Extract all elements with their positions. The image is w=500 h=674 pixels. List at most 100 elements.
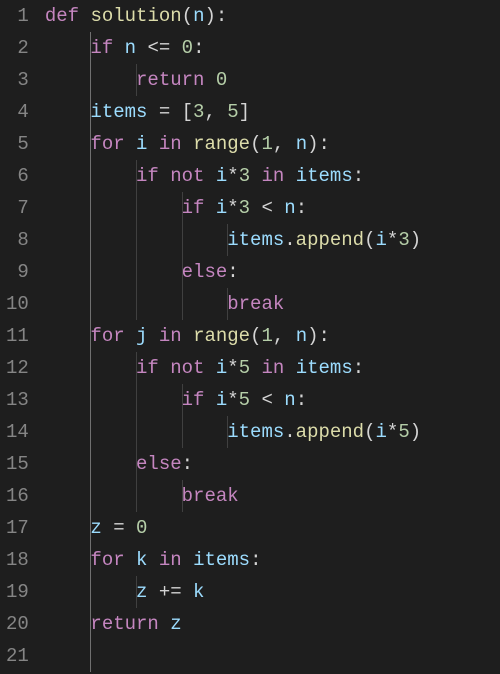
token-param: i — [216, 197, 227, 219]
token-op: : — [319, 133, 330, 155]
token-kw: return — [136, 69, 204, 91]
token-num: 3 — [398, 229, 409, 251]
indent-guide — [90, 576, 91, 608]
token-paren: ( — [364, 421, 375, 443]
token-op: . — [284, 229, 295, 251]
token-num: 0 — [182, 37, 193, 59]
token-op: <= — [136, 37, 182, 59]
indent-guide — [90, 160, 91, 192]
code-line[interactable]: z = 0 — [45, 512, 500, 544]
token-op — [113, 37, 124, 59]
code-line[interactable]: for j in range(1, n): — [45, 320, 500, 352]
code-text: for j in range(1, n): — [45, 325, 330, 347]
token-kw: break — [227, 293, 284, 315]
token-num: 1 — [262, 133, 273, 155]
line-number: 14 — [6, 416, 29, 448]
token-kw: if — [182, 389, 205, 411]
line-number: 17 — [6, 512, 29, 544]
token-kw: for — [90, 325, 124, 347]
code-line[interactable]: for k in items: — [45, 544, 500, 576]
code-line[interactable]: return z — [45, 608, 500, 640]
indent-guide — [90, 544, 91, 576]
indent-guide — [90, 480, 91, 512]
code-editor[interactable]: 123456789101112131415161718192021 def so… — [0, 0, 500, 674]
token-num: 5 — [227, 101, 238, 123]
token-op — [125, 325, 136, 347]
token-kw: break — [182, 485, 239, 507]
token-num: 5 — [239, 389, 250, 411]
code-area[interactable]: def solution(n): if n <= 0: return 0 ite… — [43, 0, 500, 674]
token-op: = — [102, 517, 136, 539]
token-kw: in — [159, 325, 182, 347]
token-kw: in — [262, 357, 285, 379]
code-line[interactable]: items.append(i*3) — [45, 224, 500, 256]
token-op: * — [227, 389, 238, 411]
token-op — [182, 133, 193, 155]
token-op — [159, 613, 170, 635]
line-number: 12 — [6, 352, 29, 384]
indent-guide — [182, 288, 183, 320]
token-op — [125, 549, 136, 571]
code-line[interactable]: break — [45, 480, 500, 512]
code-line[interactable]: if i*5 < n: — [45, 384, 500, 416]
token-op — [250, 165, 261, 187]
code-line[interactable]: if i*3 < n: — [45, 192, 500, 224]
line-number: 11 — [6, 320, 29, 352]
line-number: 8 — [6, 224, 29, 256]
code-text: if n <= 0: — [45, 37, 205, 59]
token-op: += — [147, 581, 193, 603]
token-kw: else — [136, 453, 182, 475]
token-op: * — [227, 197, 238, 219]
code-line[interactable]: else: — [45, 448, 500, 480]
indent-guide — [136, 160, 137, 192]
indent-guide — [136, 416, 137, 448]
code-text: for k in items: — [45, 549, 262, 571]
code-line[interactable]: if n <= 0: — [45, 32, 500, 64]
token-op: * — [227, 357, 238, 379]
code-line[interactable]: else: — [45, 256, 500, 288]
line-number: 2 — [6, 32, 29, 64]
token-param: z — [90, 517, 101, 539]
code-line[interactable]: for i in range(1, n): — [45, 128, 500, 160]
indent-guide — [90, 192, 91, 224]
code-line[interactable]: def solution(n): — [45, 0, 500, 32]
indent-guide — [90, 288, 91, 320]
indent-guide — [136, 288, 137, 320]
code-line[interactable]: z += k — [45, 576, 500, 608]
token-param: n — [284, 197, 295, 219]
code-line[interactable]: if not i*5 in items: — [45, 352, 500, 384]
code-line[interactable] — [45, 640, 500, 672]
token-op — [147, 133, 158, 155]
token-op — [204, 69, 215, 91]
code-text: else: — [45, 453, 193, 475]
token-kw: in — [159, 549, 182, 571]
code-line[interactable]: items = [3, 5] — [45, 96, 500, 128]
token-op: : — [250, 549, 261, 571]
line-number: 18 — [6, 544, 29, 576]
token-op — [204, 357, 215, 379]
token-paren: ( — [250, 325, 261, 347]
token-param: n — [296, 325, 307, 347]
token-param: items — [227, 421, 284, 443]
code-line[interactable]: if not i*3 in items: — [45, 160, 500, 192]
token-param: items — [193, 549, 250, 571]
token-paren: ) — [307, 133, 318, 155]
token-op: : — [216, 5, 227, 27]
indent-guide — [136, 480, 137, 512]
indent-guide — [90, 256, 91, 288]
token-num: 5 — [398, 421, 409, 443]
line-number: 16 — [6, 480, 29, 512]
token-fn: range — [193, 325, 250, 347]
code-line[interactable]: break — [45, 288, 500, 320]
line-number: 13 — [6, 384, 29, 416]
indent-guide — [136, 448, 137, 480]
line-number: 15 — [6, 448, 29, 480]
token-op — [182, 325, 193, 347]
indent-guide — [90, 320, 91, 352]
token-num: 0 — [136, 517, 147, 539]
token-param: n — [193, 5, 204, 27]
indent-guide — [182, 192, 183, 224]
code-line[interactable]: items.append(i*5) — [45, 416, 500, 448]
code-line[interactable]: return 0 — [45, 64, 500, 96]
token-op: * — [387, 229, 398, 251]
